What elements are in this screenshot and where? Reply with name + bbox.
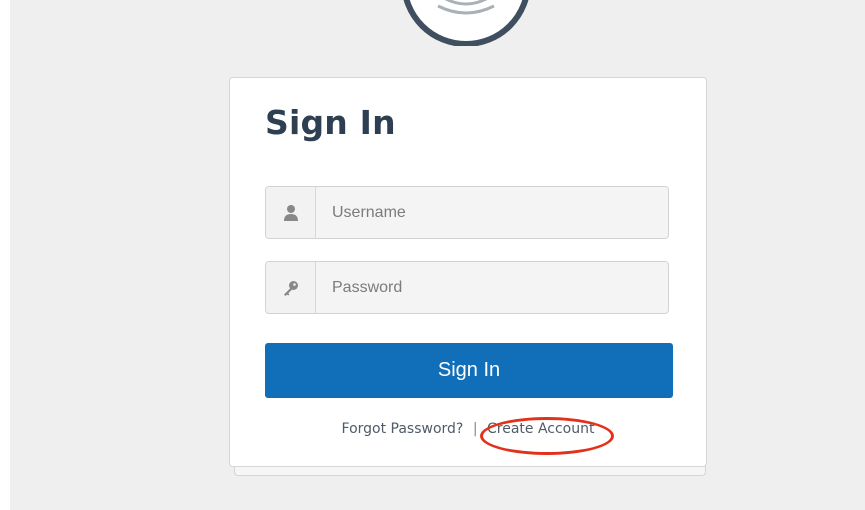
password-input[interactable]	[316, 262, 668, 313]
account-links: Forgot Password? | Create Account	[230, 421, 706, 437]
sign-in-card: Sign In Sign In Forgot Password? | Creat…	[229, 77, 707, 467]
forgot-password-link[interactable]: Forgot Password?	[342, 421, 464, 437]
create-account-link[interactable]: Create Account	[487, 421, 595, 437]
username-field[interactable]	[265, 186, 669, 239]
key-icon	[266, 262, 316, 313]
username-input[interactable]	[316, 187, 668, 238]
page-title: Sign In	[265, 103, 396, 142]
link-separator: |	[472, 421, 478, 437]
sign-in-button[interactable]: Sign In	[265, 343, 673, 398]
password-field[interactable]	[265, 261, 669, 314]
user-icon	[266, 187, 316, 238]
broadcast-logo-icon	[403, 0, 529, 46]
